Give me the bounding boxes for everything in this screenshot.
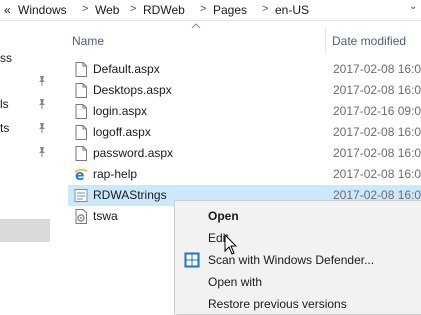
menu-item-scan-defender[interactable]: Scan with Windows Defender... [175,249,421,271]
file-name: tswa [93,209,118,223]
file-name: Desktops.aspx [93,83,172,97]
file-name: rap-help [93,167,138,181]
breadcrumb-pages[interactable]: Pages [213,3,247,17]
nav-item[interactable]: ss [0,48,50,68]
menu-item-label: Restore previous versions [208,297,347,311]
file-date: 2017-02-08 16:00 [333,83,421,97]
strings-file-icon [74,189,88,202]
nav-item-label: ls [0,97,9,111]
file-date: 2017-02-08 16:00 [333,167,421,181]
breadcrumb-separator[interactable]: > [82,3,88,15]
file-icon [75,62,87,77]
pin-icon[interactable] [36,98,48,110]
menu-item-open[interactable]: Open [175,205,421,227]
file-name: password.aspx [93,146,174,160]
context-menu: Open Edit Scan with Windows Defender... … [174,200,421,314]
navigation-pane: ss ls ts [0,21,52,313]
breadcrumb-separator[interactable]: > [200,3,206,15]
nav-item-label: ts [0,121,10,135]
file-row[interactable]: password.aspx 2017-02-08 16:00 [68,143,421,164]
file-name: RDWAStrings [93,188,167,202]
file-row[interactable]: e rap-help 2017-02-08 16:00 [68,164,421,185]
breadcrumb-separator[interactable]: > [262,3,268,15]
menu-item-edit[interactable]: Edit [175,227,421,249]
breadcrumb-web[interactable]: Web [95,3,119,17]
column-divider[interactable] [325,28,326,54]
file-icon [75,83,87,98]
file-icon [75,125,87,140]
column-header-row: Name Date modified [60,23,421,56]
address-dropdown-icon[interactable]: ⌄ [409,1,417,12]
file-name: Default.aspx [93,62,160,76]
file-icon [75,104,87,119]
file-date: 2017-02-08 16:00 [333,146,421,160]
nav-item[interactable]: ls [0,94,50,114]
menu-item-restore-previous-versions[interactable]: Restore previous versions [175,293,421,315]
internet-explorer-icon: e [74,168,88,182]
menu-item-label: Open [208,209,239,223]
column-header-name[interactable]: Name [72,34,104,48]
nav-item-label: ss [0,51,12,65]
breadcrumb-separator[interactable]: > [130,3,136,15]
pin-icon[interactable] [36,122,48,134]
windows-defender-icon [184,252,200,268]
file-row[interactable]: Desktops.aspx 2017-02-08 16:00 [68,80,421,101]
nav-item[interactable]: ts [0,118,50,138]
file-name: logoff.aspx [93,125,151,139]
file-row[interactable]: login.aspx 2017-02-16 09:03 [68,101,421,122]
mouse-cursor-icon [224,234,238,255]
settings-file-icon [75,209,87,224]
breadcrumb-rdweb[interactable]: RDWeb [143,3,185,17]
pin-icon[interactable] [36,146,48,158]
file-row[interactable]: Default.aspx 2017-02-08 16:00 [68,59,421,80]
breadcrumb-overflow[interactable]: « [4,3,11,17]
file-icon [75,146,87,161]
nav-item[interactable] [0,71,50,91]
file-date: 2017-02-08 16:00 [333,62,421,76]
breadcrumb-windows[interactable]: Windows [18,3,67,17]
nav-item[interactable] [0,142,50,162]
file-date: 2017-02-08 16:00 [333,125,421,139]
breadcrumb-en-us[interactable]: en-US [275,3,309,17]
menu-item-open-with[interactable]: Open with [175,271,421,293]
nav-item-selected[interactable] [0,219,50,242]
pin-icon[interactable] [36,75,48,87]
file-date: 2017-02-16 09:03 [333,104,421,118]
menu-item-label: Open with [208,275,263,289]
file-name: login.aspx [93,104,148,118]
column-header-date-modified[interactable]: Date modified [332,34,406,48]
file-row[interactable]: logoff.aspx 2017-02-08 16:00 [68,122,421,143]
address-bar[interactable]: « Windows > Web > RDWeb > Pages > en-US … [0,0,421,21]
sort-chevron-icon [191,23,201,29]
